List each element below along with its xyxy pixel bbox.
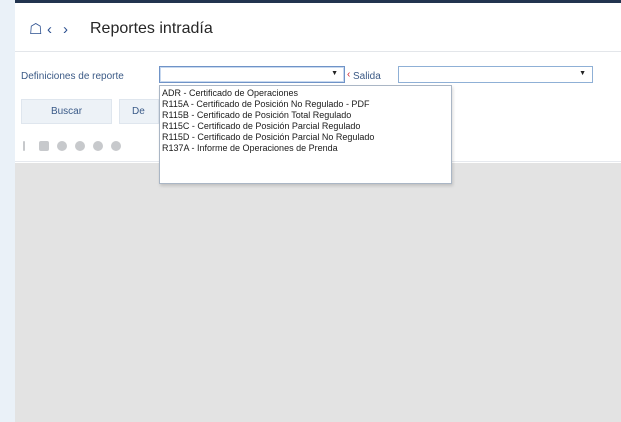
circle-icon[interactable] [111, 141, 121, 151]
definiciones-label: Definiciones de reporte [21, 71, 124, 82]
title-bar: ☖ ‹ › Reportes intradía [15, 3, 621, 52]
dropdown-option[interactable]: ADR - Certificado de Operaciones [160, 88, 451, 99]
salida-select[interactable]: ▼ [398, 66, 593, 83]
circle-icon[interactable] [75, 141, 85, 151]
report-window: ☖ ‹ › Reportes intradía Definiciones de … [15, 3, 621, 422]
definiciones-select[interactable]: ▼ [159, 66, 345, 83]
dropdown-option[interactable]: R115C - Certificado de Posición Parcial … [160, 121, 451, 132]
back-icon[interactable]: ‹ [47, 22, 61, 37]
circle-icon[interactable] [93, 141, 103, 151]
salida-label: Salida [353, 71, 381, 82]
dropdown-option[interactable]: R115D - Certificado de Posición Parcial … [160, 132, 451, 143]
chevron-down-icon[interactable]: ▼ [579, 70, 586, 77]
page-title: Reportes intradía [90, 20, 213, 37]
definiciones-value [160, 72, 163, 82]
separator-icon [23, 141, 25, 151]
buscar-button[interactable]: Buscar [21, 99, 112, 124]
results-grid [15, 163, 621, 422]
save-icon[interactable] [39, 141, 49, 151]
secondary-button[interactable]: De [119, 99, 159, 124]
salida-value [399, 72, 402, 82]
forward-icon[interactable]: › [63, 22, 77, 37]
dropdown-option[interactable]: R115B - Certificado de Posición Total Re… [160, 110, 451, 121]
print-icon[interactable] [57, 141, 67, 151]
chevron-down-icon[interactable]: ▼ [331, 70, 338, 77]
required-icon: ‹ [347, 69, 351, 80]
definiciones-dropdown-list[interactable]: ADR - Certificado de Operaciones R115A -… [159, 85, 452, 184]
dropdown-option[interactable]: R115A - Certificado de Posición No Regul… [160, 99, 451, 110]
dropdown-option[interactable]: R137A - Informe de Operaciones de Prenda [160, 143, 451, 154]
hierarchy-icon[interactable]: ☖ [29, 22, 43, 37]
